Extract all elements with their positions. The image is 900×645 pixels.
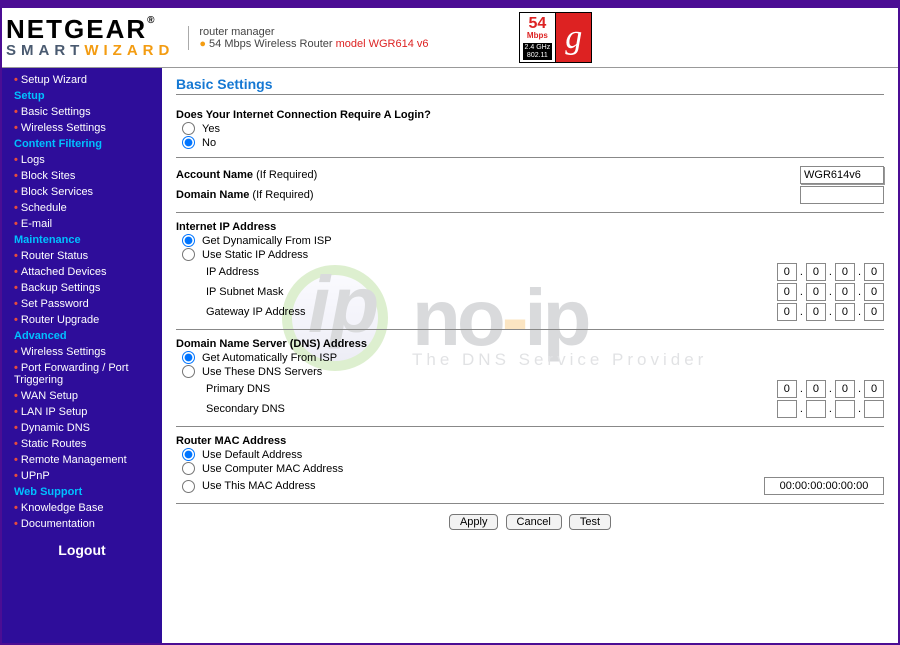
gateway-octet-3[interactable] bbox=[835, 303, 855, 321]
sidebar-item[interactable]: Wireless Settings bbox=[2, 120, 162, 136]
brand-text: NETGEAR bbox=[6, 14, 147, 44]
primary-dns-octet-1[interactable] bbox=[777, 380, 797, 398]
gateway-octet-1[interactable] bbox=[777, 303, 797, 321]
content-area: ip no-ip The DNS Service Provider Basic … bbox=[162, 68, 898, 643]
secondary-dns-octet-3[interactable] bbox=[835, 400, 855, 418]
ip-address-label: IP Address bbox=[176, 266, 376, 278]
ip-address-octet-2[interactable] bbox=[806, 263, 826, 281]
sidebar-item[interactable]: Knowledge Base bbox=[2, 500, 162, 516]
sidebar-item[interactable]: Wireless Settings bbox=[2, 344, 162, 360]
sidebar-heading: Advanced bbox=[2, 328, 162, 344]
login-no-option[interactable]: No bbox=[176, 136, 884, 149]
subnet-mask-octet-4[interactable] bbox=[864, 283, 884, 301]
sidebar-item[interactable]: Schedule bbox=[2, 200, 162, 216]
sidebar: Setup WizardSetupBasic SettingsWireless … bbox=[2, 68, 162, 643]
secondary-dns-label: Secondary DNS bbox=[176, 403, 376, 415]
subnet-mask-octet-2[interactable] bbox=[806, 283, 826, 301]
ip-address-octet-3[interactable] bbox=[835, 263, 855, 281]
sidebar-item[interactable]: Block Services bbox=[2, 184, 162, 200]
internet-ip-header: Internet IP Address bbox=[176, 221, 884, 233]
sidebar-item[interactable]: Static Routes bbox=[2, 436, 162, 452]
domain-name-input[interactable] bbox=[800, 186, 884, 204]
dns-auto-radio[interactable] bbox=[182, 351, 195, 364]
sidebar-heading: Maintenance bbox=[2, 232, 162, 248]
sidebar-item[interactable]: Port Forwarding / Port Triggering bbox=[2, 360, 162, 388]
primary-dns-octet-2[interactable] bbox=[806, 380, 826, 398]
sidebar-item[interactable]: Block Sites bbox=[2, 168, 162, 184]
sidebar-item[interactable]: Router Status bbox=[2, 248, 162, 264]
domain-name-label: Domain Name bbox=[176, 189, 249, 201]
gateway-octet-4[interactable] bbox=[864, 303, 884, 321]
sidebar-item[interactable]: Set Password bbox=[2, 296, 162, 312]
login-yes-radio[interactable] bbox=[182, 122, 195, 135]
ip-address-octet-1[interactable] bbox=[777, 263, 797, 281]
subnet-label: IP Subnet Mask bbox=[176, 286, 376, 298]
sidebar-heading: Content Filtering bbox=[2, 136, 162, 152]
ip-address-octet-4[interactable] bbox=[864, 263, 884, 281]
sidebar-item[interactable]: Dynamic DNS bbox=[2, 420, 162, 436]
mac-computer-radio[interactable] bbox=[182, 462, 195, 475]
sidebar-heading: Setup bbox=[2, 88, 162, 104]
sidebar-item[interactable]: Attached Devices bbox=[2, 264, 162, 280]
header-tagline: router manager ● 54 Mbps Wireless Router… bbox=[188, 26, 428, 50]
page-title: Basic Settings bbox=[176, 76, 884, 95]
secondary-dns-octet-4[interactable] bbox=[864, 400, 884, 418]
sidebar-item[interactable]: Backup Settings bbox=[2, 280, 162, 296]
cancel-button[interactable]: Cancel bbox=[506, 514, 562, 530]
sidebar-heading: Web Support bbox=[2, 484, 162, 500]
sidebar-item[interactable]: E-mail bbox=[2, 216, 162, 232]
subbrand-smart: SMART bbox=[6, 42, 84, 59]
subnet-mask-octet-1[interactable] bbox=[777, 283, 797, 301]
subnet-mask-octet-3[interactable] bbox=[835, 283, 855, 301]
account-name-label: Account Name bbox=[176, 169, 253, 181]
mac-this-radio[interactable] bbox=[182, 480, 195, 493]
mac-address-input[interactable] bbox=[764, 477, 884, 495]
gateway-label: Gateway IP Address bbox=[176, 306, 376, 318]
primary-dns-octet-4[interactable] bbox=[864, 380, 884, 398]
ip-dynamic-radio[interactable] bbox=[182, 234, 195, 247]
dns-auto-option[interactable]: Get Automatically From ISP bbox=[176, 351, 884, 364]
secondary-dns-octet-1[interactable] bbox=[777, 400, 797, 418]
logo: NETGEAR® SMARTWIZARD bbox=[6, 16, 174, 59]
primary-dns-octet-3[interactable] bbox=[835, 380, 855, 398]
sidebar-item[interactable]: Setup Wizard bbox=[2, 72, 162, 88]
login-question: Does Your Internet Connection Require A … bbox=[176, 109, 884, 121]
dns-use-option[interactable]: Use These DNS Servers bbox=[176, 365, 884, 378]
ip-static-option[interactable]: Use Static IP Address bbox=[176, 248, 884, 261]
sidebar-item[interactable]: Router Upgrade bbox=[2, 312, 162, 328]
test-button[interactable]: Test bbox=[569, 514, 611, 530]
ip-dynamic-option[interactable]: Get Dynamically From ISP bbox=[176, 234, 884, 247]
sidebar-item[interactable]: UPnP bbox=[2, 468, 162, 484]
secondary-dns-octet-2[interactable] bbox=[806, 400, 826, 418]
account-name-input[interactable] bbox=[800, 166, 884, 184]
primary-dns-label: Primary DNS bbox=[176, 383, 376, 395]
sidebar-item[interactable]: LAN IP Setup bbox=[2, 404, 162, 420]
ip-static-radio[interactable] bbox=[182, 248, 195, 261]
speed-badge: 54Mbps 2.4 GHz802.11 g bbox=[519, 12, 593, 64]
mac-default-radio[interactable] bbox=[182, 448, 195, 461]
mac-this-option[interactable]: Use This MAC Address bbox=[176, 480, 376, 493]
dns-use-radio[interactable] bbox=[182, 365, 195, 378]
mac-default-option[interactable]: Use Default Address bbox=[176, 448, 884, 461]
header: NETGEAR® SMARTWIZARD router manager ● 54… bbox=[2, 8, 898, 68]
login-no-radio[interactable] bbox=[182, 136, 195, 149]
login-yes-option[interactable]: Yes bbox=[176, 122, 884, 135]
sidebar-item[interactable]: Basic Settings bbox=[2, 104, 162, 120]
mac-header: Router MAC Address bbox=[176, 435, 884, 447]
sidebar-item[interactable]: Documentation bbox=[2, 516, 162, 532]
mac-computer-option[interactable]: Use Computer MAC Address bbox=[176, 462, 884, 475]
subbrand-wizard: WIZARD bbox=[84, 42, 174, 59]
gateway-octet-2[interactable] bbox=[806, 303, 826, 321]
apply-button[interactable]: Apply bbox=[449, 514, 499, 530]
sidebar-item[interactable]: WAN Setup bbox=[2, 388, 162, 404]
sidebar-item[interactable]: Logs bbox=[2, 152, 162, 168]
sidebar-item[interactable]: Remote Management bbox=[2, 452, 162, 468]
logout-link[interactable]: Logout bbox=[2, 542, 162, 558]
dns-header: Domain Name Server (DNS) Address bbox=[176, 338, 884, 350]
